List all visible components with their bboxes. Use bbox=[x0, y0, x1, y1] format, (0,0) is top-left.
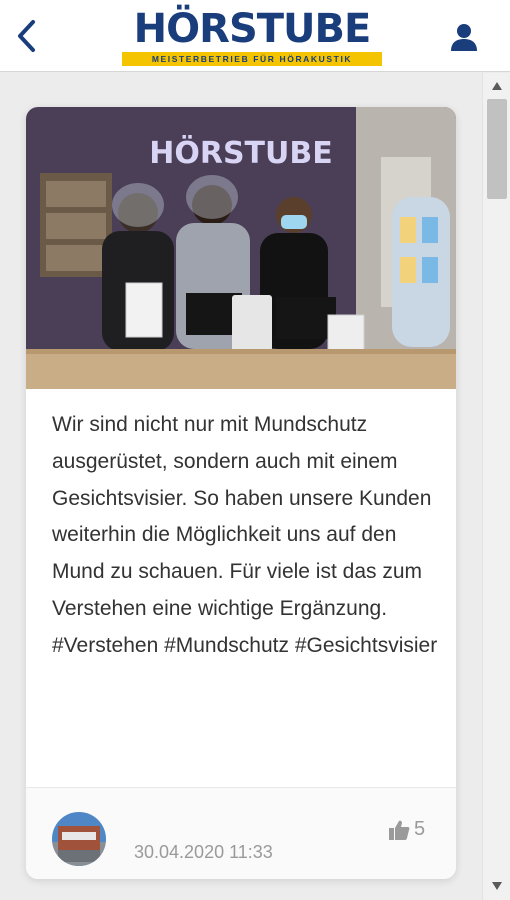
user-icon bbox=[451, 24, 477, 51]
post-footer: 30.04.2020 11:33 5 bbox=[26, 787, 456, 879]
app-header: HÖRSTUBE MEISTERBETRIEB FÜR HÖRAKUSTIK bbox=[0, 0, 510, 72]
logo-name: HÖRSTUBE bbox=[133, 6, 372, 52]
scroll-thumb[interactable] bbox=[487, 99, 507, 199]
post-card: HÖRSTUBE Wir sind nicht nur mit Mundschu… bbox=[26, 107, 456, 879]
feed[interactable]: HÖRSTUBE Wir sind nicht nur mit Mundschu… bbox=[0, 73, 482, 900]
caret-up-icon bbox=[492, 82, 502, 90]
caret-down-icon bbox=[492, 882, 502, 890]
like-count: 5 bbox=[414, 818, 426, 840]
author-avatar[interactable] bbox=[52, 812, 106, 866]
user-button[interactable] bbox=[444, 18, 484, 56]
post-date: 30.04.2020 11:33 bbox=[134, 842, 273, 862]
chevron-left-icon bbox=[18, 20, 35, 52]
image-sign: HÖRSTUBE bbox=[149, 134, 333, 171]
logo-tagline: MEISTERBETRIEB FÜR HÖRAKUSTIK bbox=[122, 52, 382, 66]
like-button[interactable]: 5 bbox=[388, 818, 425, 841]
scrollbar[interactable] bbox=[482, 73, 510, 900]
scroll-down-button[interactable] bbox=[483, 877, 510, 895]
scroll-up-button[interactable] bbox=[483, 77, 510, 95]
back-button[interactable] bbox=[10, 16, 44, 56]
thumbs-up-icon bbox=[389, 820, 410, 840]
post-image[interactable]: HÖRSTUBE bbox=[26, 107, 456, 389]
brand-logo: HÖRSTUBE MEISTERBETRIEB FÜR HÖRAKUSTIK bbox=[118, 6, 386, 68]
post-text: Wir sind nicht nur mit Mundschutz ausger… bbox=[52, 413, 438, 657]
